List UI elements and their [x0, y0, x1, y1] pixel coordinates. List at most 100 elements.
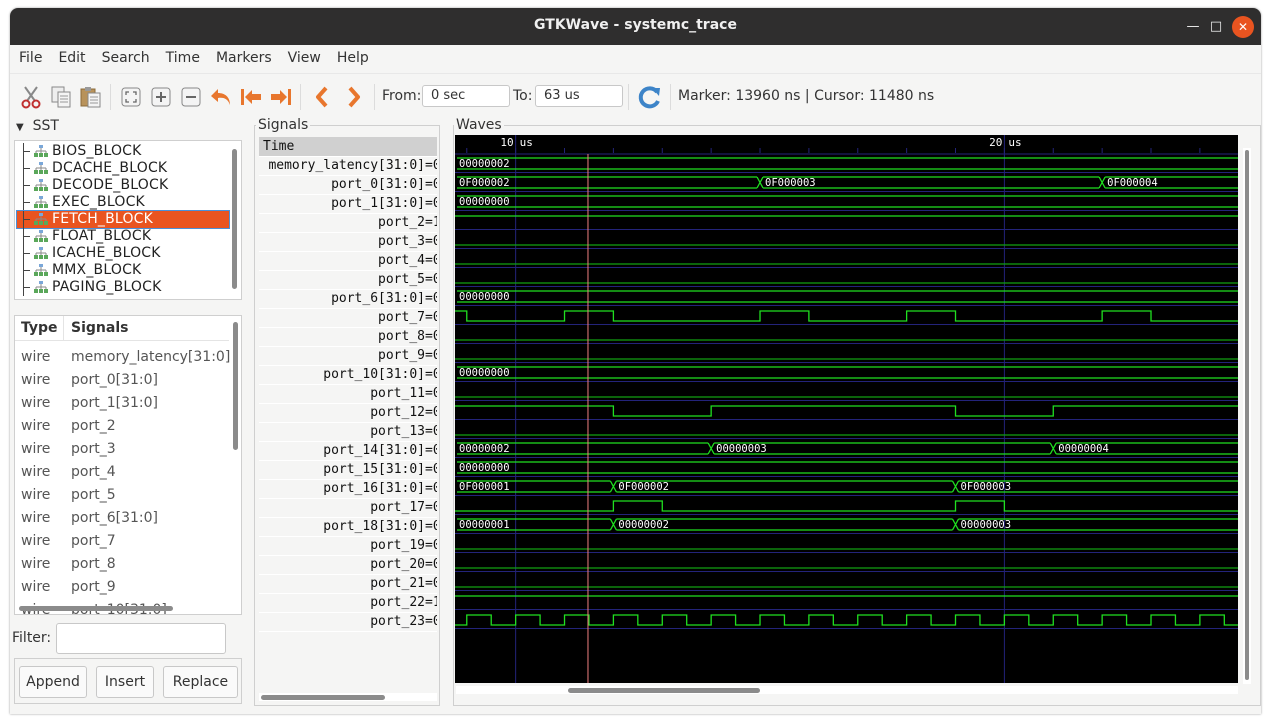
sst-item[interactable]: MMX_BLOCK [17, 262, 229, 279]
sst-item[interactable]: BIOS_BLOCK [17, 143, 229, 160]
bus-value-label: 00000000 [459, 462, 510, 474]
menu-edit[interactable]: Edit [50, 45, 93, 66]
signal-row[interactable]: port_19 =0 [259, 536, 437, 556]
signal-row[interactable]: memory_latency[31:0] =0 [259, 156, 437, 176]
signal-row[interactable]: port_10[31:0] =0 [259, 365, 437, 385]
sst-item[interactable]: EXEC_BLOCK [17, 194, 229, 211]
signal-row[interactable]: port_22 =1 [259, 593, 437, 613]
minimize-button[interactable]: — [1182, 16, 1204, 38]
copy-icon[interactable] [48, 84, 74, 110]
time-row[interactable]: Time [259, 137, 437, 157]
signal-list-row[interactable]: wire port_4 [15, 461, 229, 484]
cut-icon[interactable] [18, 84, 44, 110]
bus-value-label: 0F000003 [765, 177, 816, 189]
menu-markers[interactable]: Markers [208, 45, 280, 66]
signal-row[interactable]: port_17 =0 [259, 498, 437, 518]
filter-input[interactable] [56, 623, 226, 654]
append-button[interactable]: Append [19, 666, 87, 698]
menu-file[interactable]: File [10, 45, 50, 66]
insert-button[interactable]: Insert [96, 666, 154, 698]
menu-time[interactable]: Time [158, 45, 208, 66]
replace-button[interactable]: Replace [163, 666, 238, 698]
signal-row[interactable]: port_7 =0 [259, 308, 437, 328]
signal-row-name: port_19 [370, 538, 425, 553]
signal-row[interactable]: port_11 =0 [259, 384, 437, 404]
zoom-to-start-icon[interactable] [238, 84, 264, 110]
signal-row[interactable]: port_21 =0 [259, 574, 437, 594]
waveform-canvas[interactable]: 10 us 20 us 00000002 0F000002 0F000003 0F000004… [455, 135, 1238, 683]
next-edge-icon[interactable] [340, 84, 366, 110]
signal-row[interactable]: port_6[31:0] =0 [259, 289, 437, 309]
close-button[interactable]: ✕ [1232, 16, 1254, 38]
signals-hscroll-thumb[interactable] [261, 695, 385, 700]
zoom-fit-icon[interactable] [118, 84, 144, 110]
reload-icon[interactable] [637, 84, 663, 110]
signal-list-row[interactable]: wire memory_latency[31:0] [15, 346, 230, 369]
signal-row[interactable]: port_9 =0 [259, 346, 437, 366]
bus-transition [756, 176, 764, 189]
signal-row[interactable]: port_18[31:0] =0 [259, 517, 437, 537]
signal-row[interactable]: port_20 =0 [259, 555, 437, 575]
signal-row[interactable]: port_2 =1 [259, 213, 437, 233]
signal-row[interactable]: port_1[31:0] =0 [259, 194, 437, 214]
signal-row[interactable]: port_13 =0 [259, 422, 437, 442]
signal-row[interactable]: port_5 =0 [259, 270, 437, 290]
waves-hscroll-thumb[interactable] [568, 688, 760, 693]
undo-zoom-icon[interactable] [208, 84, 234, 110]
zoom-in-icon[interactable] [148, 84, 174, 110]
sst-item[interactable]: FETCH_BLOCK [16, 210, 230, 229]
bus-value-label: 0F000001 [459, 481, 510, 493]
signal-row-name: port_22 [370, 595, 425, 610]
signal-list-row[interactable]: wire port_5 [15, 484, 229, 507]
sst-vscroll-thumb[interactable] [232, 149, 237, 289]
bus-value-label: 00000003 [961, 519, 1012, 531]
signal-row[interactable]: port_3 =0 [259, 232, 437, 252]
menu-search[interactable]: Search [94, 45, 158, 66]
maximize-button[interactable]: □ [1205, 16, 1227, 38]
menu-view[interactable]: View [280, 45, 329, 66]
sst-item[interactable]: FLOAT_BLOCK [17, 228, 229, 245]
zoom-to-end-icon[interactable] [268, 84, 294, 110]
signal-list-row[interactable]: wire port_1[31:0] [15, 392, 229, 415]
signal-list-row[interactable]: wire port_8 [15, 553, 229, 576]
signal-list-row[interactable]: wire port_9 [15, 576, 229, 599]
signal-list-row[interactable]: wire port_7 [15, 530, 229, 553]
signal-row[interactable]: port_12 =0 [259, 403, 437, 423]
signal-row-name: port_0[31:0] [331, 177, 425, 192]
from-input[interactable]: 0 sec [422, 85, 510, 107]
sst-item[interactable]: DECODE_BLOCK [17, 177, 229, 194]
sst-item-label: PAGING_BLOCK [52, 279, 162, 295]
sst-item[interactable]: ICACHE_BLOCK [17, 245, 229, 262]
signal-row-value: =0 [425, 576, 437, 591]
signal-row[interactable]: port_0[31:0] =0 [259, 175, 437, 195]
menu-help[interactable]: Help [329, 45, 377, 66]
signal-list-vscroll-thumb[interactable] [233, 322, 238, 450]
to-input[interactable]: 63 us [535, 85, 623, 107]
bus-value-label: 0F000002 [618, 481, 669, 493]
bus-value-label: 00000003 [716, 443, 767, 455]
signal-list-hscroll-thumb[interactable] [19, 606, 173, 611]
signal-list-row[interactable]: wire port_0[31:0] [15, 369, 229, 392]
signal-row[interactable]: port_14[31:0] =0 [259, 441, 437, 461]
sst-item[interactable]: DCACHE_BLOCK [17, 160, 229, 177]
ruler-unit-label: us [520, 136, 533, 149]
sst-item[interactable]: PAGING_BLOCK [17, 279, 229, 296]
bus-value-label: 00000002 [459, 443, 510, 455]
column-type[interactable]: Type [21, 320, 58, 336]
signal-name: port_0[31:0] [71, 372, 158, 388]
zoom-out-icon[interactable] [178, 84, 204, 110]
signal-list-row[interactable]: wire port_3 [15, 438, 229, 461]
sst-expander[interactable]: ▼ SST [16, 118, 59, 134]
previous-edge-icon[interactable] [310, 84, 336, 110]
paste-icon[interactable] [78, 84, 104, 110]
signal-row[interactable]: port_4 =0 [259, 251, 437, 271]
signal-row[interactable]: port_23 =0 [259, 612, 437, 632]
signal-row[interactable]: port_15[31:0] =0 [259, 460, 437, 480]
signal-list-row[interactable]: wire port_6[31:0] [15, 507, 229, 530]
column-signals[interactable]: Signals [63, 316, 128, 340]
waves-vscroll-thumb[interactable] [1245, 150, 1249, 680]
signal-row[interactable]: port_8 =0 [259, 327, 437, 347]
signal-row[interactable]: port_16[31:0] =0 [259, 479, 437, 499]
signal-row-name: port_21 [370, 576, 425, 591]
signal-list-row[interactable]: wire port_2 [15, 415, 229, 438]
